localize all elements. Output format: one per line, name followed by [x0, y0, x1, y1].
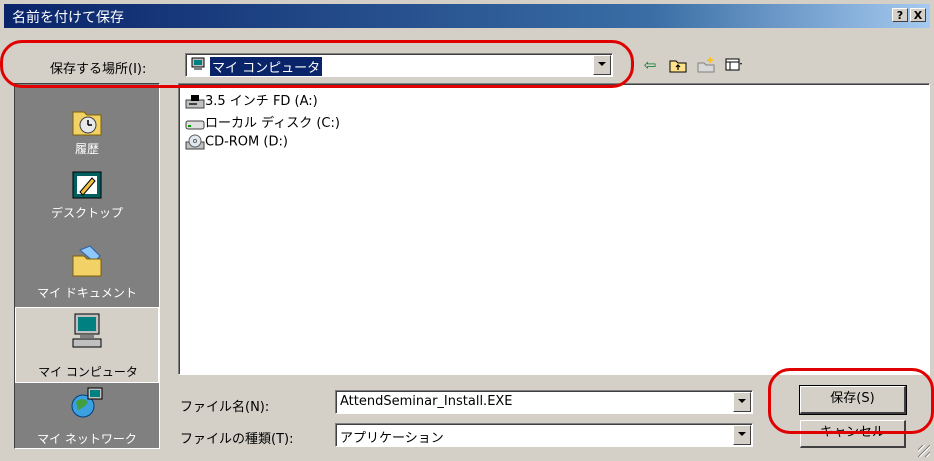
desktop-icon [72, 171, 102, 199]
place-label-history: 履歴 [74, 142, 99, 156]
place-my-network[interactable]: マイ ネットワーク [15, 384, 159, 448]
filename-value: AttendSeminar_Install.EXE [340, 394, 513, 409]
filename-input[interactable]: AttendSeminar_Install.EXE [335, 390, 753, 414]
new-folder-icon[interactable] [696, 56, 716, 74]
filetype-value: アプリケーション [340, 431, 444, 446]
history-icon [72, 111, 102, 136]
my-computer-icon [72, 313, 102, 348]
list-item-floppy[interactable]: 3.5 インチ FD (A:) [185, 90, 318, 109]
filetype-dropdown-button[interactable] [733, 425, 751, 445]
file-list-view[interactable]: 3.5 インチ FD (A:) ローカル ディスク (C:) CD-ROM (D… [178, 83, 930, 375]
view-menu-icon[interactable] [724, 56, 744, 74]
drive-label-local-disk: ローカル ディスク (C:) [205, 116, 340, 131]
filename-dropdown-button[interactable] [733, 392, 751, 412]
location-dropdown[interactable]: マイ コンピュータ [185, 53, 613, 77]
back-arrow-icon[interactable]: ⇦ [640, 56, 660, 74]
up-folder-icon[interactable] [668, 56, 688, 74]
place-label-my-network: マイ ネットワーク [37, 432, 137, 446]
help-button[interactable]: ? [892, 8, 908, 22]
close-button[interactable]: X [910, 8, 926, 22]
filetype-label: ファイルの種類(T): [180, 432, 294, 447]
save-as-dialog: 名前を付けて保存 ? X 保存する場所(I): マイ コンピュータ ⇦ 履歴 デ… [0, 0, 934, 461]
place-my-computer[interactable]: マイ コンピュータ [15, 307, 159, 383]
place-label-my-computer: マイ コンピュータ [38, 365, 138, 379]
place-my-documents[interactable]: マイ ドキュメント [15, 244, 159, 306]
resize-grip[interactable] [918, 445, 930, 457]
filename-label: ファイル名(N): [180, 400, 270, 415]
drive-label-cdrom: CD-ROM (D:) [205, 134, 288, 150]
place-history[interactable]: 履歴 [15, 104, 159, 176]
location-dropdown-button[interactable] [593, 55, 611, 75]
title-bar[interactable]: 名前を付けて保存 ? X [4, 4, 930, 28]
location-value: マイ コンピュータ [210, 57, 323, 76]
floppy-drive-icon [185, 94, 205, 108]
places-bar: 履歴 デスクトップ マイ ドキュメント マイ コンピュータ マイ ネットワーク [14, 83, 160, 449]
place-desktop[interactable]: デスクトップ [15, 168, 159, 240]
my-documents-icon [72, 245, 102, 277]
place-label-desktop: デスクトップ [50, 206, 123, 220]
location-label: 保存する場所(I): [50, 62, 147, 77]
my-computer-icon [191, 57, 205, 70]
hard-disk-icon [185, 120, 205, 129]
cdrom-drive-icon [185, 134, 205, 150]
list-item-local-disk[interactable]: ローカル ディスク (C:) [185, 112, 340, 131]
window-title: 名前を付けて保存 [12, 10, 124, 26]
drive-label-floppy: 3.5 インチ FD (A:) [205, 94, 318, 109]
place-label-my-documents: マイ ドキュメント [37, 286, 137, 300]
filetype-dropdown[interactable]: アプリケーション [335, 423, 753, 447]
save-button[interactable]: 保存(S) [799, 385, 907, 415]
my-network-icon [71, 387, 103, 418]
list-item-cdrom[interactable]: CD-ROM (D:) [185, 134, 288, 152]
cancel-button[interactable]: キャンセル [800, 420, 906, 448]
